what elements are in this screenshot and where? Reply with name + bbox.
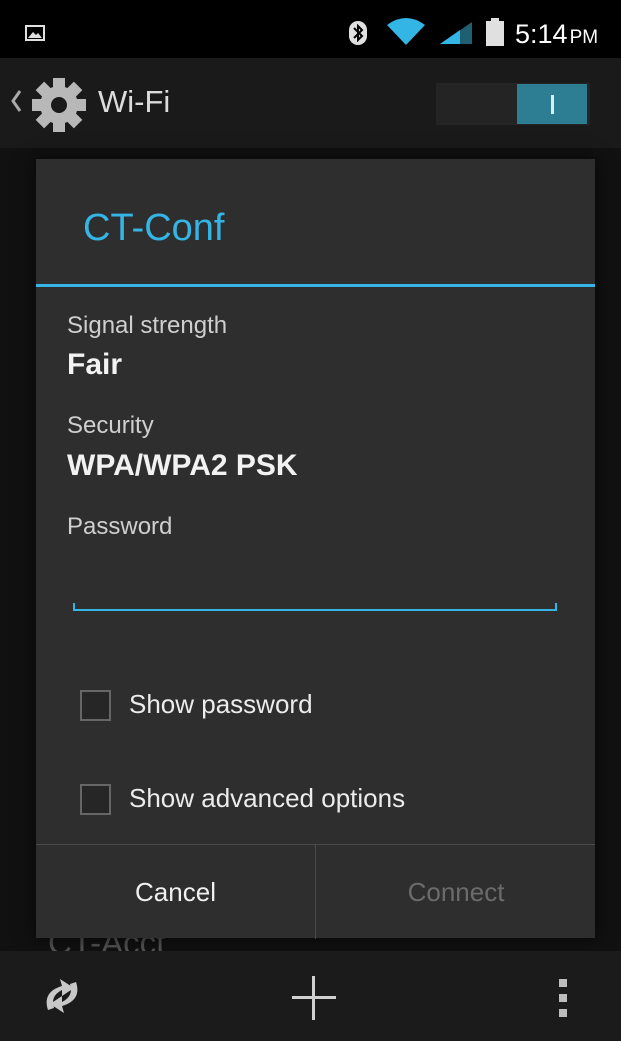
- switch-on-indicator: [551, 95, 554, 114]
- show-password-label[interactable]: Show password: [129, 689, 313, 720]
- wifi-toggle-switch[interactable]: [436, 83, 590, 125]
- bottom-action-bar: [0, 951, 621, 1041]
- advanced-options-checkbox[interactable]: [80, 784, 111, 815]
- scan-icon[interactable]: [40, 976, 84, 1016]
- dialog-button-bar: Cancel Connect: [36, 844, 595, 939]
- wifi-connect-dialog: CT-Conf Signal strength Fair Security WP…: [36, 159, 595, 939]
- dialog-title-divider: [36, 284, 595, 287]
- connect-button[interactable]: Connect: [315, 845, 596, 939]
- image-notification-icon: [25, 25, 45, 41]
- bluetooth-icon: [349, 21, 367, 45]
- password-input[interactable]: [73, 569, 557, 611]
- settings-gear-icon[interactable]: [30, 76, 88, 134]
- clock: 5:14 PM: [515, 19, 598, 50]
- clock-time: 5:14: [515, 19, 568, 49]
- overflow-menu-icon[interactable]: [556, 977, 570, 1019]
- action-bar: Wi-Fi: [0, 58, 621, 148]
- battery-icon: [486, 18, 504, 46]
- signal-strength-value: Fair: [67, 348, 123, 381]
- signal-strength-label: Signal strength: [67, 312, 228, 339]
- dialog-title: CT-Conf: [83, 207, 225, 249]
- add-network-icon[interactable]: [290, 974, 338, 1022]
- advanced-options-label[interactable]: Show advanced options: [129, 783, 405, 814]
- show-password-checkbox[interactable]: [80, 690, 111, 721]
- password-input-underline: [73, 603, 557, 611]
- show-password-row[interactable]: Show password: [80, 685, 560, 729]
- security-value: WPA/WPA2 PSK: [67, 449, 298, 482]
- password-label: Password: [67, 513, 173, 540]
- status-bar: 5:14 PM: [0, 0, 621, 58]
- cancel-button[interactable]: Cancel: [36, 845, 315, 939]
- security-label: Security: [67, 412, 154, 439]
- page-title: Wi-Fi: [98, 84, 171, 119]
- clock-ampm: PM: [569, 27, 599, 48]
- switch-thumb: [517, 84, 587, 124]
- back-caret-icon[interactable]: [10, 88, 22, 114]
- wifi-signal-icon: [387, 18, 425, 45]
- cell-signal-icon: [440, 22, 472, 44]
- advanced-options-row[interactable]: Show advanced options: [80, 779, 560, 823]
